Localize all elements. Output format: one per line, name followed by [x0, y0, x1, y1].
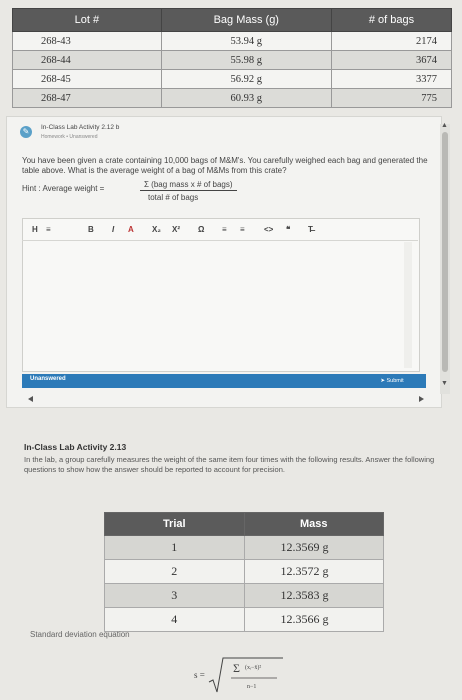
- submit-label: Submit: [386, 378, 404, 384]
- table-cell: 268-44: [12, 50, 162, 70]
- svg-text:Σ: Σ: [233, 661, 240, 675]
- align-button[interactable]: ≡: [46, 225, 51, 234]
- trial-mass: 12.3569 g: [243, 535, 384, 560]
- special-char-button[interactable]: Ω: [198, 225, 204, 234]
- hint-numerator: Σ (bag mass x # of bags): [140, 180, 237, 191]
- question-text: You have been given a crate containing 1…: [22, 156, 428, 175]
- trial-number: 4: [104, 607, 245, 632]
- table-row: 2 12.3572 g: [104, 559, 384, 584]
- table-cell: 775: [330, 88, 453, 108]
- trial-mass: 12.3572 g: [243, 559, 384, 584]
- table-row: 268-47 60.93 g 775: [12, 88, 453, 108]
- formula-s: s =: [194, 670, 205, 681]
- activity-title: In-Class Lab Activity 2.13: [24, 442, 127, 452]
- table-row: 4 12.3566 g: [104, 607, 384, 632]
- table-row: 268-43 53.94 g 2174: [12, 31, 453, 51]
- column-header: Lot #: [12, 8, 162, 32]
- code-button[interactable]: <>: [264, 225, 273, 234]
- question-title: In-Class Lab Activity 2.12 b: [41, 124, 120, 131]
- trial-mass: 12.3566 g: [243, 607, 384, 632]
- answer-editor[interactable]: [22, 218, 420, 372]
- table-row: 268-44 55.98 g 3674: [12, 50, 453, 70]
- editor-toolbar: [22, 218, 418, 241]
- scroll-up-icon[interactable]: ▲: [441, 122, 448, 129]
- table-cell: 53.94 g: [160, 31, 332, 51]
- bullet-list-button[interactable]: ≡: [222, 225, 227, 234]
- activity-text: In the lab, a group carefully measures t…: [24, 455, 435, 474]
- hint-label: Hint : Average weight =: [22, 184, 105, 193]
- trial-table: Trial Mass 1 12.3569 g 2 12.3572 g 3 12.…: [104, 512, 384, 632]
- column-header: Trial: [104, 512, 245, 536]
- table-cell: 268-45: [12, 69, 162, 89]
- heading-button[interactable]: H: [32, 225, 38, 234]
- scroll-down-icon[interactable]: ▼: [441, 380, 448, 387]
- table-row: 268-45 56.92 g 3377: [12, 69, 453, 89]
- panel-scroll-thumb[interactable]: [442, 132, 448, 372]
- trial-mass: 12.3583 g: [243, 583, 384, 608]
- trial-number: 1: [104, 535, 245, 560]
- clear-format-button[interactable]: T̶: [308, 225, 313, 234]
- sqrt-formula-icon: Σ (xᵢ−x̄)² n−1: [208, 657, 284, 693]
- table-cell: 55.98 g: [160, 50, 332, 70]
- table-cell: 3674: [330, 50, 453, 70]
- number-list-button[interactable]: ≡: [240, 225, 245, 234]
- bold-button[interactable]: B: [88, 225, 94, 234]
- question-subtitle: Homework • Unanswered: [41, 134, 98, 140]
- table-cell: 2174: [330, 31, 453, 51]
- question-icon: ✎: [20, 126, 32, 138]
- superscript-button[interactable]: X²: [172, 225, 180, 234]
- table-cell: 268-43: [12, 31, 162, 51]
- svg-text:(xᵢ−x̄)²: (xᵢ−x̄)²: [245, 664, 261, 671]
- status-badge: Unanswered: [30, 376, 66, 382]
- italic-button[interactable]: I: [112, 225, 114, 234]
- lot-table: Lot # Bag Mass (g) # of bags 268-43 53.9…: [12, 8, 453, 108]
- submit-button[interactable]: ➤ Submit: [366, 375, 418, 387]
- table-cell: 3377: [330, 69, 453, 89]
- table-row: 1 12.3569 g: [104, 535, 384, 560]
- column-header: Bag Mass (g): [160, 8, 332, 32]
- trial-number: 3: [104, 583, 245, 608]
- editor-scrollbar[interactable]: [404, 242, 412, 368]
- column-header: Mass: [243, 512, 384, 536]
- quote-button[interactable]: ❝: [286, 225, 290, 234]
- text-color-button[interactable]: A: [128, 225, 134, 234]
- table-cell: 56.92 g: [160, 69, 332, 89]
- table-cell: 60.93 g: [160, 88, 332, 108]
- svg-text:n−1: n−1: [247, 684, 256, 690]
- trial-number: 2: [104, 559, 245, 584]
- sd-formula: s = Σ (xᵢ−x̄)² n−1: [194, 656, 287, 696]
- hint-denominator: total # of bags: [148, 193, 199, 202]
- subscript-button[interactable]: X₂: [152, 225, 161, 234]
- table-cell: 268-47: [12, 88, 162, 108]
- table-row: 3 12.3583 g: [104, 583, 384, 608]
- sd-label: Standard deviation equation: [30, 630, 130, 639]
- horizontal-scrollbar[interactable]: [28, 396, 424, 402]
- column-header: # of bags: [330, 8, 453, 32]
